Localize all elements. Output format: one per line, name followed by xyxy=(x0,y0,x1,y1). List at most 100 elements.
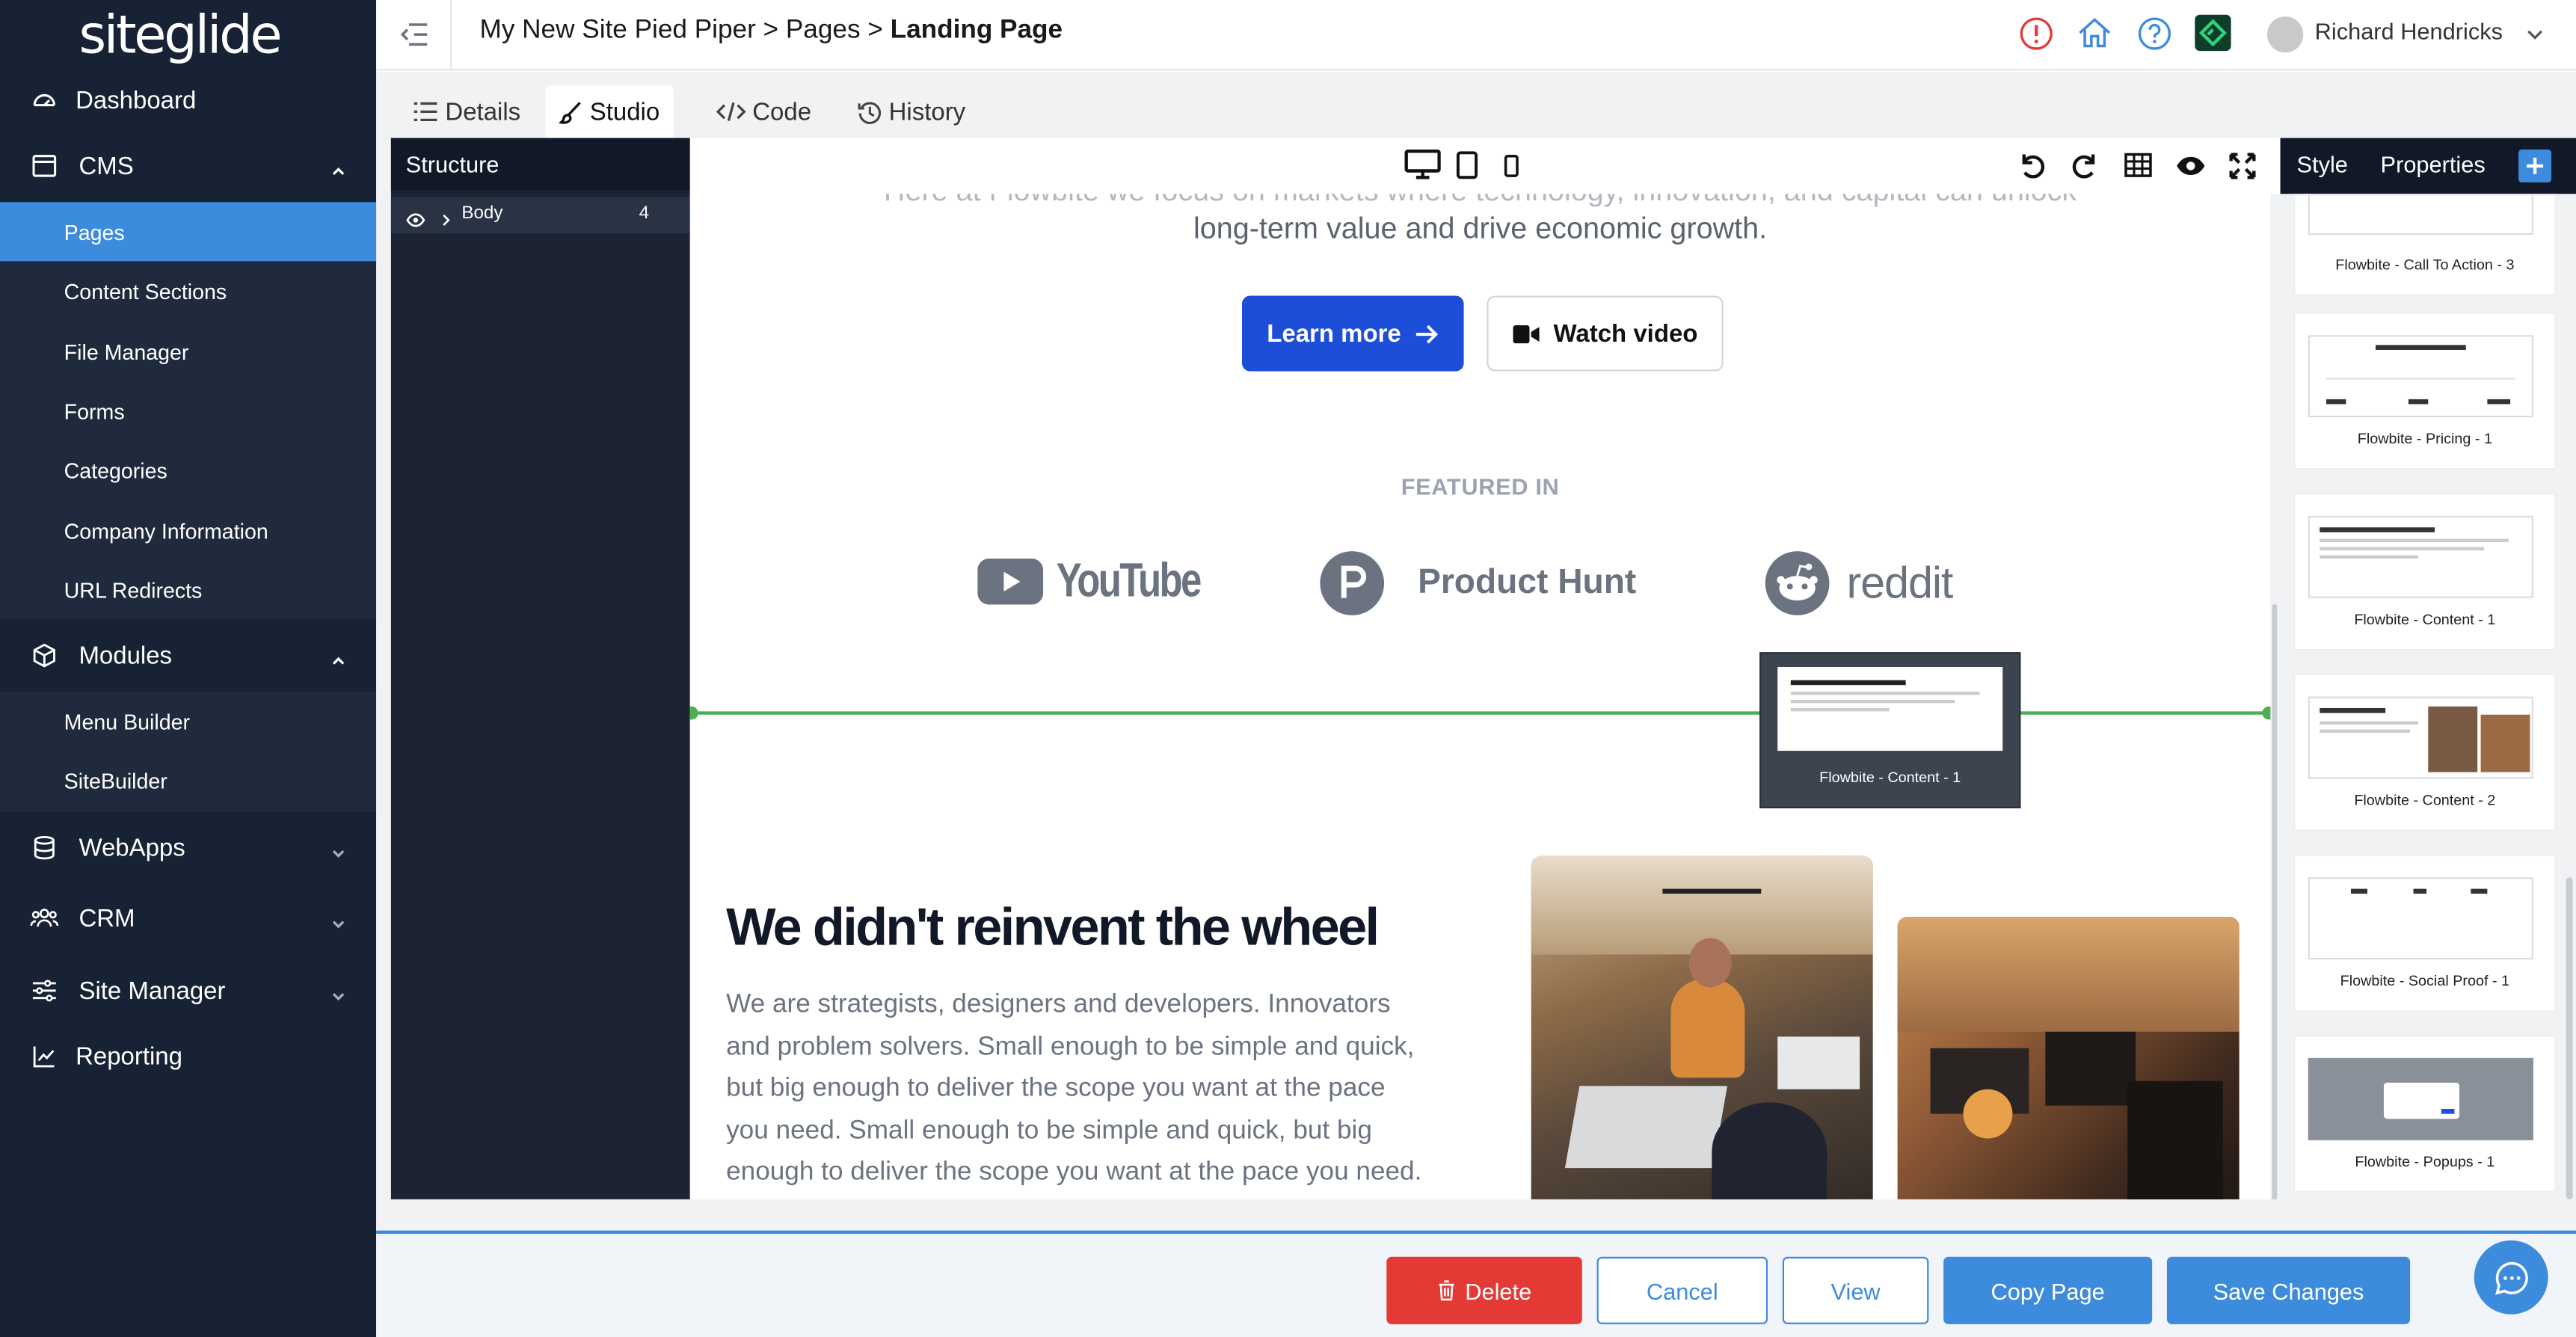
copy-page-button[interactable]: Copy Page xyxy=(1943,1256,2153,1324)
avatar[interactable] xyxy=(2266,16,2304,53)
sidebar-item-label: Site Manager xyxy=(79,977,226,1005)
sidebar-item-crm[interactable]: CRM xyxy=(0,897,376,940)
panel-scrollbar[interactable] xyxy=(2566,877,2573,1199)
office-photo xyxy=(1897,916,2240,1199)
sidebar-item-modules[interactable]: Modules xyxy=(0,634,376,677)
chevron-right-icon[interactable] xyxy=(440,207,454,237)
history-icon xyxy=(858,101,882,123)
structure-title: Structure xyxy=(390,138,690,191)
sidebar-item-label: CRM xyxy=(79,904,135,932)
drop-indicator-handle-right xyxy=(2262,706,2271,720)
reddit-logo[interactable]: reddit xyxy=(1765,550,1953,616)
structure-panel: Structure Body 4 xyxy=(390,138,690,1199)
undo-icon[interactable] xyxy=(2017,151,2047,189)
chat-support-button[interactable] xyxy=(2474,1240,2548,1315)
cancel-button[interactable]: Cancel xyxy=(1596,1256,1768,1324)
video-camera-icon xyxy=(1512,324,1539,343)
sidebar-item-company-information[interactable]: Company Information xyxy=(0,501,376,560)
home-icon[interactable] xyxy=(2077,15,2112,59)
tab-details[interactable]: Details xyxy=(399,85,534,138)
redo-icon[interactable] xyxy=(2070,151,2100,189)
save-changes-button[interactable]: Save Changes xyxy=(2166,1256,2411,1324)
sidebar: siteglide Dashboard CMS Pages Content Se… xyxy=(0,0,377,1337)
block-social-proof-1[interactable]: Flowbite - Social Proof - 1 xyxy=(2293,854,2557,1012)
chevron-down-icon xyxy=(331,983,347,1001)
canvas-toolbar xyxy=(689,138,2281,194)
collapse-sidebar-icon[interactable] xyxy=(398,19,431,58)
block-pricing-1[interactable]: Flowbite - Pricing - 1 xyxy=(2293,312,2557,470)
drag-preview[interactable]: Flowbite - Content - 1 xyxy=(1759,652,2021,808)
tab-studio[interactable]: Studio xyxy=(545,85,673,138)
help-icon[interactable] xyxy=(2137,16,2171,59)
mobile-icon[interactable] xyxy=(1503,154,1519,186)
sidebar-item-dashboard[interactable]: Dashboard xyxy=(0,79,376,121)
block-popups-1[interactable]: Flowbite - Popups - 1 xyxy=(2293,1035,2557,1193)
header-divider xyxy=(449,0,452,71)
sidebar-item-menu-builder[interactable]: Menu Builder xyxy=(0,692,376,751)
siteglide-logo[interactable]: siteglide xyxy=(79,3,282,65)
sidebar-item-site-manager[interactable]: Site Manager xyxy=(0,969,376,1012)
sidebar-item-label: Modules xyxy=(79,641,173,670)
section-heading: We didn't reinvent the wheel xyxy=(726,897,1380,956)
view-button[interactable]: View xyxy=(1782,1256,1929,1324)
cube-icon xyxy=(30,641,60,671)
sidebar-item-content-sections[interactable]: Content Sections xyxy=(0,261,376,320)
sidebar-item-reporting[interactable]: Reporting xyxy=(0,1035,376,1078)
sidebar-item-cms[interactable]: CMS xyxy=(0,144,376,187)
sidebar-item-label: CMS xyxy=(79,152,134,180)
cms-submenu: Pages Content Sections File Manager Form… xyxy=(0,202,377,620)
sidebar-item-label: Dashboard xyxy=(76,86,197,114)
eye-icon[interactable] xyxy=(406,207,425,237)
sidebar-item-label: WebApps xyxy=(79,834,185,862)
grid-icon[interactable] xyxy=(2124,153,2152,185)
arrow-right-icon xyxy=(1415,324,1438,343)
sidebar-item-url-redirects[interactable]: URL Redirects xyxy=(0,560,376,619)
structure-row-body[interactable]: Body 4 xyxy=(390,197,690,233)
chevron-down-icon[interactable] xyxy=(2525,23,2545,53)
drop-indicator-handle-left xyxy=(689,706,698,720)
watch-video-button[interactable]: Watch video xyxy=(1487,295,1724,372)
tab-properties[interactable]: Properties xyxy=(2381,151,2486,177)
modules-submenu: Menu Builder SiteBuilder xyxy=(0,691,377,812)
page-canvas[interactable]: Here at Flowbite we focus on markets whe… xyxy=(689,194,2271,1199)
canvas-scrollbar[interactable] xyxy=(2272,604,2278,1199)
blocks-panel: Style Properties Flowbite - Call To Acti… xyxy=(2280,138,2576,1199)
sidebar-item-categories[interactable]: Categories xyxy=(0,440,376,500)
tab-style[interactable]: Style xyxy=(2297,151,2348,177)
user-name[interactable]: Richard Hendricks xyxy=(2315,18,2503,44)
sidebar-item-file-manager[interactable]: File Manager xyxy=(0,322,376,381)
tab-code[interactable]: Code xyxy=(703,85,824,138)
section-paragraph: We are strategists, designers and develo… xyxy=(726,990,1422,1187)
sidebar-item-pages[interactable]: Pages xyxy=(0,202,377,262)
learn-more-button[interactable]: Learn more xyxy=(1241,295,1464,372)
sidebar-item-forms[interactable]: Forms xyxy=(0,381,376,440)
code-icon xyxy=(716,102,746,121)
chat-bubble-icon xyxy=(2494,1261,2527,1294)
sidebar-item-label: Reporting xyxy=(76,1042,182,1071)
alert-icon[interactable] xyxy=(2019,16,2053,59)
product-hunt-logo[interactable]: Product Hunt xyxy=(1319,550,1636,616)
breadcrumb: My New Site Pied Piper > Pages > Landing… xyxy=(479,16,1063,45)
block-call-to-action-3[interactable]: Flowbite - Call To Action - 3 xyxy=(2293,194,2557,296)
youtube-logo[interactable]: YouTube xyxy=(977,555,1235,607)
fullscreen-icon[interactable] xyxy=(2229,153,2256,187)
desktop-icon[interactable] xyxy=(1404,149,1441,188)
delete-button[interactable]: Delete xyxy=(1386,1256,1582,1324)
preview-eye-icon[interactable] xyxy=(2175,155,2207,186)
page-title: Landing Page xyxy=(890,16,1063,45)
sidebar-item-sitebuilder[interactable]: SiteBuilder xyxy=(0,751,376,810)
add-block-icon[interactable] xyxy=(2518,149,2552,182)
block-content-1[interactable]: Flowbite - Content - 1 xyxy=(2293,493,2557,651)
drag-preview-label: Flowbite - Content - 1 xyxy=(1819,769,1961,786)
tab-history[interactable]: History xyxy=(844,85,978,138)
structure-node-count: 4 xyxy=(639,203,650,224)
top-header: My New Site Pied Piper > Pages > Landing… xyxy=(376,0,2576,71)
dashboard-gauge-icon xyxy=(30,85,60,115)
extension-icon[interactable] xyxy=(2195,14,2231,52)
brush-icon xyxy=(559,101,581,123)
chevron-up-icon xyxy=(331,648,347,665)
tablet-icon[interactable] xyxy=(1456,151,1479,187)
block-content-2[interactable]: Flowbite - Content - 2 xyxy=(2293,673,2557,832)
sidebar-item-webapps[interactable]: WebApps xyxy=(0,826,376,869)
chevron-up-icon xyxy=(331,158,347,176)
